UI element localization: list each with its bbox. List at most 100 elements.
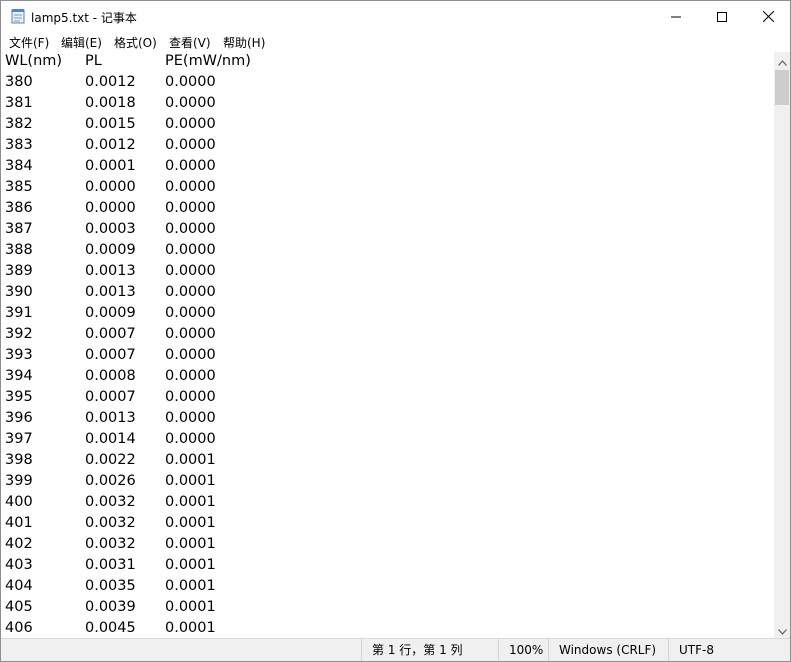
- cell-pe: 0.0001: [165, 494, 216, 510]
- menu-bar: 文件(F) 编辑(E) 格式(O) 查看(V) 帮助(H): [1, 32, 790, 52]
- cell-pe: 0.0001: [165, 536, 216, 552]
- cell-wavelength: 402: [5, 536, 33, 552]
- cell-pe: 0.0000: [165, 305, 216, 321]
- cell-wavelength: 401: [5, 515, 33, 531]
- cell-pe: 0.0001: [165, 473, 216, 489]
- cell-pe: 0.0000: [165, 326, 216, 342]
- cell-pe: 0.0001: [165, 515, 216, 531]
- cell-wavelength: 387: [5, 221, 33, 237]
- cell-pl: 0.0026: [85, 473, 136, 489]
- cell-pe: 0.0001: [165, 599, 216, 615]
- cell-pl: 0.0039: [85, 599, 136, 615]
- cell-pl: 0.0003: [85, 221, 136, 237]
- cell-pe: 0.0000: [165, 347, 216, 363]
- chevron-down-icon: [777, 620, 787, 639]
- cell-pe: 0.0000: [165, 179, 216, 195]
- cell-pl: 0.0032: [85, 536, 136, 552]
- cell-pe: 0.0000: [165, 263, 216, 279]
- cell-pe: 0.0001: [165, 578, 216, 594]
- vertical-scrollbar[interactable]: [774, 52, 790, 638]
- cell-pe: 0.0000: [165, 74, 216, 90]
- cell-pl: 0.0031: [85, 557, 136, 573]
- cell-wavelength: 398: [5, 452, 33, 468]
- header-pe: PE(mW/nm): [165, 53, 251, 69]
- cell-wavelength: 385: [5, 179, 33, 195]
- cell-pe: 0.0000: [165, 158, 216, 174]
- cell-pl: 0.0018: [85, 95, 136, 111]
- cell-wavelength: 405: [5, 599, 33, 615]
- cell-pe: 0.0000: [165, 368, 216, 384]
- menu-format[interactable]: 格式(O): [114, 34, 157, 51]
- minimize-button[interactable]: [653, 1, 699, 32]
- cell-pe: 0.0000: [165, 116, 216, 132]
- cell-pl: 0.0032: [85, 515, 136, 531]
- cell-pl: 0.0001: [85, 158, 136, 174]
- cell-wavelength: 391: [5, 305, 33, 321]
- menu-file[interactable]: 文件(F): [9, 34, 49, 51]
- title-bar[interactable]: lamp5.txt - 记事本: [1, 1, 790, 32]
- close-icon: [762, 7, 774, 26]
- cell-pl: 0.0032: [85, 494, 136, 510]
- notepad-icon: [11, 8, 25, 24]
- cell-wavelength: 381: [5, 95, 33, 111]
- cell-pl: 0.0012: [85, 74, 136, 90]
- cell-pl: 0.0022: [85, 452, 136, 468]
- status-bar: 第 1 行，第 1 列 100% Windows (CRLF) UTF-8: [1, 638, 790, 661]
- cell-pl: 0.0045: [85, 620, 136, 636]
- cell-pl: 0.0007: [85, 326, 136, 342]
- cell-wavelength: 396: [5, 410, 33, 426]
- window-title: lamp5.txt - 记事本: [31, 11, 137, 25]
- cell-pl: 0.0000: [85, 200, 136, 216]
- cell-pe: 0.0000: [165, 95, 216, 111]
- status-line-ending: Windows (CRLF): [548, 639, 668, 661]
- minimize-icon: [671, 7, 681, 26]
- cell-pl: 0.0007: [85, 389, 136, 405]
- cell-wavelength: 388: [5, 242, 33, 258]
- cell-pl: 0.0013: [85, 284, 136, 300]
- cell-pl: 0.0009: [85, 305, 136, 321]
- cell-wavelength: 395: [5, 389, 33, 405]
- cell-wavelength: 399: [5, 473, 33, 489]
- status-encoding: UTF-8: [668, 639, 790, 661]
- chevron-up-icon: [777, 51, 787, 70]
- maximize-icon: [717, 7, 727, 26]
- cell-pl: 0.0013: [85, 263, 136, 279]
- notepad-window: lamp5.txt - 记事本 文件(F) 编辑(E) 格式(O) 查看(V) …: [0, 0, 791, 662]
- scroll-up-button[interactable]: [774, 52, 790, 69]
- cell-pl: 0.0035: [85, 578, 136, 594]
- cell-wavelength: 390: [5, 284, 33, 300]
- cell-pe: 0.0000: [165, 221, 216, 237]
- header-wl: WL(nm): [5, 53, 63, 69]
- cell-wavelength: 393: [5, 347, 33, 363]
- cell-pe: 0.0000: [165, 137, 216, 153]
- cell-pe: 0.0000: [165, 389, 216, 405]
- maximize-button[interactable]: [699, 1, 745, 32]
- cell-pe: 0.0000: [165, 200, 216, 216]
- scroll-down-button[interactable]: [774, 621, 790, 638]
- cell-wavelength: 383: [5, 137, 33, 153]
- cell-pl: 0.0014: [85, 431, 136, 447]
- cell-pl: 0.0012: [85, 137, 136, 153]
- text-editor-area[interactable]: WL(nm) PL PE(mW/nm) 380 0.0012 0.0000 381 0.…: [1, 52, 774, 638]
- menu-help[interactable]: 帮助(H): [223, 34, 265, 51]
- cell-pl: 0.0007: [85, 347, 136, 363]
- cell-pe: 0.0001: [165, 620, 216, 636]
- cell-wavelength: 406: [5, 620, 33, 636]
- cell-wavelength: 404: [5, 578, 33, 594]
- cell-wavelength: 400: [5, 494, 33, 510]
- cell-pe: 0.0000: [165, 431, 216, 447]
- status-position: 第 1 行，第 1 列: [361, 639, 498, 661]
- menu-view[interactable]: 查看(V): [169, 34, 211, 51]
- scroll-thumb[interactable]: [775, 70, 789, 105]
- close-button[interactable]: [745, 1, 790, 32]
- header-pl: PL: [85, 53, 102, 69]
- cell-pe: 0.0001: [165, 557, 216, 573]
- cell-pl: 0.0013: [85, 410, 136, 426]
- cell-pe: 0.0000: [165, 242, 216, 258]
- cell-wavelength: 403: [5, 557, 33, 573]
- status-zoom: 100%: [498, 639, 548, 661]
- cell-wavelength: 382: [5, 116, 33, 132]
- cell-pe: 0.0000: [165, 284, 216, 300]
- menu-edit[interactable]: 编辑(E): [61, 34, 102, 51]
- cell-wavelength: 386: [5, 200, 33, 216]
